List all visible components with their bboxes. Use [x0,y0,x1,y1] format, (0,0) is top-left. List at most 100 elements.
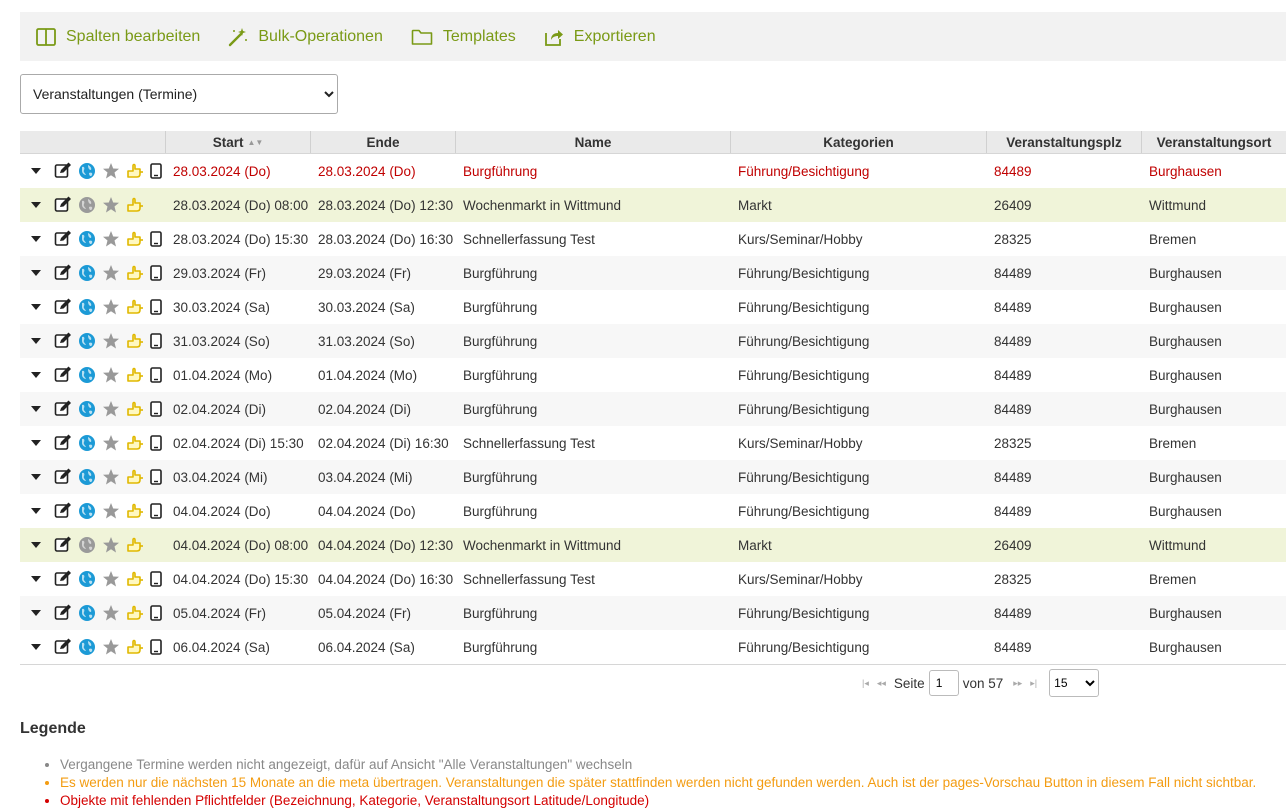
globe-icon[interactable] [78,434,96,452]
edit-icon[interactable] [54,196,72,214]
hand-pointer-icon[interactable] [126,298,144,316]
globe-icon[interactable] [78,162,96,180]
expand-arrow-icon[interactable] [30,609,42,617]
hand-pointer-icon[interactable] [126,196,144,214]
page-input[interactable] [928,670,959,696]
mobile-preview-icon[interactable] [150,435,162,451]
prev-page-icon[interactable]: ◂◂ [877,678,886,689]
globe-icon[interactable] [78,400,96,418]
table-row[interactable]: 06.04.2024 (Sa) 06.04.2024 (Sa) Burgführun… [20,630,1286,664]
edit-icon[interactable] [54,502,72,520]
next-page-icon[interactable]: ▸▸ [1013,678,1022,689]
star-icon[interactable] [102,638,120,656]
hand-pointer-icon[interactable] [126,366,144,384]
table-row[interactable]: 28.03.2024 (Do) 15:30 28.03.2024 (Do) 16:… [20,222,1286,256]
header-ort[interactable]: Veranstaltungsort [1141,131,1286,153]
edit-icon[interactable] [54,230,72,248]
hand-pointer-icon[interactable] [126,400,144,418]
table-row[interactable]: 04.04.2024 (Do) 08:00 04.04.2024 (Do) 12:… [20,528,1286,562]
mobile-preview-icon[interactable] [150,401,162,417]
page-size-select[interactable]: 15 [1049,669,1100,697]
hand-pointer-icon[interactable] [126,230,144,248]
mobile-preview-icon[interactable] [150,469,162,485]
table-row[interactable]: 03.04.2024 (Mi) 03.04.2024 (Mi) Burgführun… [20,460,1286,494]
globe-gray-icon[interactable] [78,536,96,554]
globe-icon[interactable] [78,366,96,384]
table-row[interactable]: 30.03.2024 (Sa) 30.03.2024 (Sa) Burgführun… [20,290,1286,324]
globe-gray-icon[interactable] [78,196,96,214]
star-icon[interactable] [102,162,120,180]
star-icon[interactable] [102,502,120,520]
header-start[interactable]: Start ▲▼ [165,131,310,153]
expand-arrow-icon[interactable] [30,371,42,379]
view-select[interactable]: Veranstaltungen (Termine) [20,74,338,114]
expand-arrow-icon[interactable] [30,405,42,413]
star-icon[interactable] [102,366,120,384]
star-icon[interactable] [102,298,120,316]
edit-icon[interactable] [54,434,72,452]
edit-icon[interactable] [54,536,72,554]
expand-arrow-icon[interactable] [30,269,42,277]
last-page-icon[interactable]: ▸| [1030,678,1037,689]
globe-icon[interactable] [78,570,96,588]
table-row[interactable]: 28.03.2024 (Do) 08:00 28.03.2024 (Do) 12:… [20,188,1286,222]
mobile-preview-icon[interactable] [150,571,162,587]
header-name[interactable]: Name [455,131,730,153]
mobile-preview-icon[interactable] [150,503,162,519]
hand-pointer-icon[interactable] [126,536,144,554]
templates-button[interactable]: Templates [411,28,516,46]
star-icon[interactable] [102,604,120,622]
edit-icon[interactable] [54,298,72,316]
edit-icon[interactable] [54,264,72,282]
hand-pointer-icon[interactable] [126,604,144,622]
globe-icon[interactable] [78,604,96,622]
globe-icon[interactable] [78,332,96,350]
table-row[interactable]: 31.03.2024 (So) 31.03.2024 (So) Burgführun… [20,324,1286,358]
expand-arrow-icon[interactable] [30,167,42,175]
table-row[interactable]: 02.04.2024 (Di) 15:30 02.04.2024 (Di) 16:… [20,426,1286,460]
star-icon[interactable] [102,400,120,418]
hand-pointer-icon[interactable] [126,502,144,520]
star-icon[interactable] [102,264,120,282]
hand-pointer-icon[interactable] [126,570,144,588]
mobile-preview-icon[interactable] [150,367,162,383]
globe-icon[interactable] [78,638,96,656]
star-icon[interactable] [102,434,120,452]
hand-pointer-icon[interactable] [126,162,144,180]
hand-pointer-icon[interactable] [126,434,144,452]
edit-icon[interactable] [54,162,72,180]
edit-icon[interactable] [54,468,72,486]
edit-icon[interactable] [54,400,72,418]
star-icon[interactable] [102,196,120,214]
table-row[interactable]: 04.04.2024 (Do) 15:30 04.04.2024 (Do) 16:… [20,562,1286,596]
first-page-icon[interactable]: |◂ [862,678,869,689]
header-plz[interactable]: Veranstaltungsplz [986,131,1141,153]
mobile-preview-icon[interactable] [150,333,162,349]
globe-icon[interactable] [78,264,96,282]
hand-pointer-icon[interactable] [126,468,144,486]
table-row[interactable]: 04.04.2024 (Do) 04.04.2024 (Do) Burgführun… [20,494,1286,528]
mobile-preview-icon[interactable] [150,639,162,655]
table-row[interactable]: 01.04.2024 (Mo) 01.04.2024 (Mo) Burgführun… [20,358,1286,392]
star-icon[interactable] [102,468,120,486]
expand-arrow-icon[interactable] [30,643,42,651]
mobile-preview-icon[interactable] [150,265,162,281]
bulk-operations-button[interactable]: Bulk-Operationen [228,27,383,47]
expand-arrow-icon[interactable] [30,541,42,549]
header-end[interactable]: Ende [310,131,455,153]
mobile-preview-icon[interactable] [150,605,162,621]
expand-arrow-icon[interactable] [30,337,42,345]
star-icon[interactable] [102,332,120,350]
hand-pointer-icon[interactable] [126,332,144,350]
globe-icon[interactable] [78,298,96,316]
expand-arrow-icon[interactable] [30,439,42,447]
hand-pointer-icon[interactable] [126,264,144,282]
table-row[interactable]: 28.03.2024 (Do) 28.03.2024 (Do) Burgführun… [20,154,1286,188]
mobile-preview-icon[interactable] [150,299,162,315]
expand-arrow-icon[interactable] [30,473,42,481]
star-icon[interactable] [102,536,120,554]
mobile-preview-icon[interactable] [150,231,162,247]
edit-icon[interactable] [54,332,72,350]
expand-arrow-icon[interactable] [30,303,42,311]
edit-icon[interactable] [54,570,72,588]
